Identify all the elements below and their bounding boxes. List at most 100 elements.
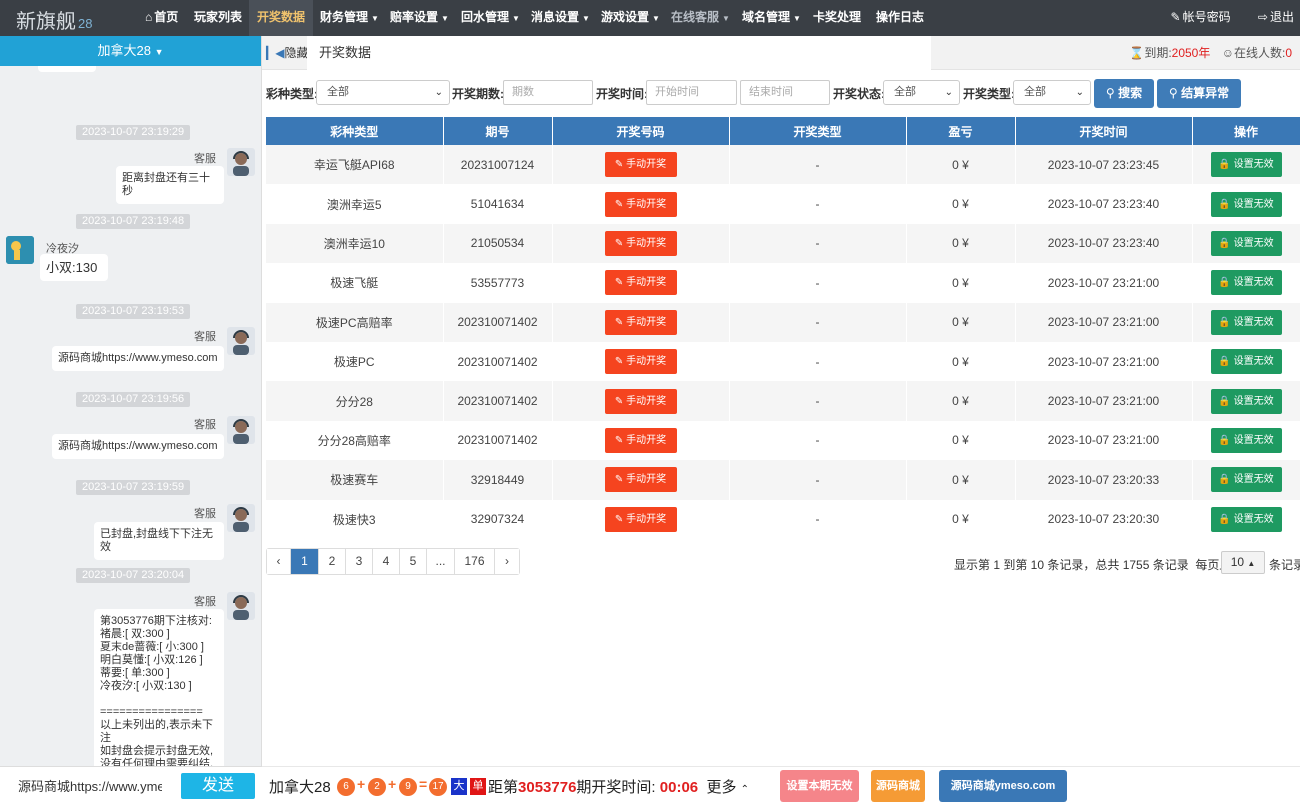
- draw-time-cell: 2023-10-07 23:23:40: [1015, 184, 1192, 223]
- manual-draw-button[interactable]: ✎ 手动开奖: [605, 428, 677, 453]
- draw-type-select[interactable]: 全部⌄: [1013, 80, 1091, 105]
- user-avatar: [6, 236, 34, 264]
- nav-item[interactable]: 在线客服▼: [663, 0, 738, 36]
- message-sender: 客服: [194, 416, 216, 432]
- end-time-input[interactable]: 结束时间: [740, 80, 830, 105]
- column-header[interactable]: 彩种类型: [266, 117, 443, 145]
- send-button[interactable]: 发送: [181, 773, 255, 799]
- message-sender: 客服: [194, 150, 216, 166]
- column-header[interactable]: 开奖号码: [552, 117, 729, 145]
- logo-number: 28: [78, 16, 92, 31]
- set-invalid-button[interactable]: 🔒 设置无效: [1211, 507, 1282, 532]
- search-button[interactable]: ⚲ 搜索: [1094, 79, 1154, 108]
- page-button[interactable]: 176: [455, 549, 495, 574]
- page-button[interactable]: 5: [400, 549, 427, 574]
- nav-item[interactable]: 开奖数据: [249, 0, 313, 36]
- column-header[interactable]: 开奖时间: [1015, 117, 1192, 145]
- manual-draw-button[interactable]: ✎ 手动开奖: [605, 467, 677, 492]
- page-button[interactable]: 2: [319, 549, 346, 574]
- start-time-input[interactable]: 开始时间: [646, 80, 737, 105]
- more-link[interactable]: 更多: [706, 779, 736, 796]
- nav-item[interactable]: 赔率设置▼: [382, 0, 457, 36]
- lottery-type-select[interactable]: 全部⌄: [316, 80, 450, 105]
- chevron-down-icon: ▼: [155, 47, 164, 57]
- chat-header[interactable]: 加拿大28 ▼: [0, 36, 261, 66]
- set-invalid-button[interactable]: 🔒 设置无效: [1211, 310, 1282, 335]
- set-invalid-label: 设置无效: [1234, 317, 1274, 328]
- current-period: 3053776: [518, 779, 576, 796]
- lottery-name-cell: 澳洲幸运10: [266, 224, 443, 263]
- manual-draw-button[interactable]: ✎ 手动开奖: [605, 192, 677, 217]
- set-invalid-button[interactable]: 🔒 设置无效: [1211, 231, 1282, 256]
- nav-label: 消息设置: [531, 10, 579, 24]
- set-invalid-button[interactable]: 🔒 设置无效: [1211, 428, 1282, 453]
- logout-icon: ⇨: [1258, 10, 1268, 24]
- column-header[interactable]: 盈亏: [906, 117, 1015, 145]
- nav-label: 赔率设置: [390, 10, 438, 24]
- hide-sidebar-button[interactable]: ▎◀隐藏: [266, 36, 308, 70]
- edit-icon: ✎: [615, 238, 626, 249]
- set-invalid-button[interactable]: 🔒 设置无效: [1211, 467, 1282, 492]
- nav-item[interactable]: ⌂首页: [137, 0, 186, 36]
- set-invalid-button[interactable]: 🔒 设置无效: [1211, 349, 1282, 374]
- nav-item[interactable]: 操作日志: [868, 0, 932, 36]
- page-button[interactable]: ...: [427, 549, 455, 574]
- chat-input[interactable]: [6, 773, 174, 797]
- nav-item[interactable]: 回水管理▼: [453, 0, 528, 36]
- manual-draw-button[interactable]: ✎ 手动开奖: [605, 152, 677, 177]
- draw-status-select[interactable]: 全部⌄: [883, 80, 960, 105]
- service-avatar: [227, 148, 255, 176]
- column-header[interactable]: 开奖类型: [729, 117, 906, 145]
- source-shop-button[interactable]: 源码商城: [871, 770, 925, 802]
- page-size-select[interactable]: 10 ▲: [1221, 551, 1265, 574]
- message-timestamp: 2023-10-07 23:19:59: [76, 480, 190, 495]
- nav-item[interactable]: 消息设置▼: [523, 0, 598, 36]
- logout-link[interactable]: ⇨退出: [1246, 10, 1294, 24]
- prev-page-button[interactable]: ‹: [267, 549, 291, 574]
- logout-label: 退出: [1270, 10, 1294, 24]
- draw-number-cell: ✎ 手动开奖: [552, 460, 729, 499]
- manual-draw-button[interactable]: ✎ 手动开奖: [605, 349, 677, 374]
- nav-item[interactable]: 财务管理▼: [312, 0, 387, 36]
- set-invalid-button[interactable]: 🔒 设置无效: [1211, 192, 1282, 217]
- tab-draw-data[interactable]: 开奖数据: [307, 36, 383, 71]
- message-sender: 客服: [194, 593, 216, 609]
- chevron-down-icon: ⌄: [945, 81, 953, 104]
- nav-item[interactable]: 卡奖处理: [805, 0, 869, 36]
- lottery-name-cell: 极速飞艇: [266, 263, 443, 302]
- manual-draw-button[interactable]: ✎ 手动开奖: [605, 507, 677, 532]
- logo[interactable]: 新旗舰28: [16, 5, 92, 34]
- service-avatar: [227, 416, 255, 444]
- draw-number-cell: ✎ 手动开奖: [552, 145, 729, 184]
- set-invalid-button[interactable]: 🔒 设置无效: [1211, 152, 1282, 177]
- manual-draw-button[interactable]: ✎ 手动开奖: [605, 310, 677, 335]
- page-button[interactable]: 1: [291, 549, 319, 574]
- edit-icon: ✎: [615, 277, 626, 288]
- chat-messages[interactable]: 2023-10-07 23:19:29客服距离封盘还有三十秒2023-10-07…: [0, 66, 262, 766]
- nav-item[interactable]: 域名管理▼: [734, 0, 809, 36]
- column-header[interactable]: 操作: [1192, 117, 1300, 145]
- account-password-link[interactable]: ✎帐号密码: [1159, 10, 1231, 24]
- action-cell: 🔒 设置无效: [1192, 342, 1300, 381]
- source-shop-url-button[interactable]: 源码商城ymeso.com: [939, 770, 1067, 802]
- void-period-button[interactable]: 设置本期无效: [780, 770, 859, 802]
- period-input[interactable]: 期数: [503, 80, 593, 105]
- nav-right: ✎帐号密码 ⇨退出: [1147, 0, 1295, 36]
- column-header[interactable]: 期号: [443, 117, 552, 145]
- nav-item[interactable]: 玩家列表: [186, 0, 250, 36]
- manual-draw-button[interactable]: ✎ 手动开奖: [605, 231, 677, 256]
- next-page-button[interactable]: ›: [495, 549, 519, 574]
- draw-number-cell: ✎ 手动开奖: [552, 263, 729, 302]
- draw-time-cell: 2023-10-07 23:23:40: [1015, 224, 1192, 263]
- lock-icon: 🔒: [1218, 474, 1233, 485]
- chat-footer: 发送: [0, 766, 262, 802]
- set-invalid-button[interactable]: 🔒 设置无效: [1211, 389, 1282, 414]
- set-invalid-button[interactable]: 🔒 设置无效: [1211, 270, 1282, 295]
- nav-item[interactable]: 游戏设置▼: [593, 0, 668, 36]
- page-button[interactable]: 3: [346, 549, 373, 574]
- settle-exception-button[interactable]: ⚲ 结算异常: [1157, 79, 1241, 108]
- manual-draw-button[interactable]: ✎ 手动开奖: [605, 270, 677, 295]
- page-button[interactable]: 4: [373, 549, 400, 574]
- manual-draw-label: 手动开奖: [626, 435, 666, 446]
- manual-draw-button[interactable]: ✎ 手动开奖: [605, 389, 677, 414]
